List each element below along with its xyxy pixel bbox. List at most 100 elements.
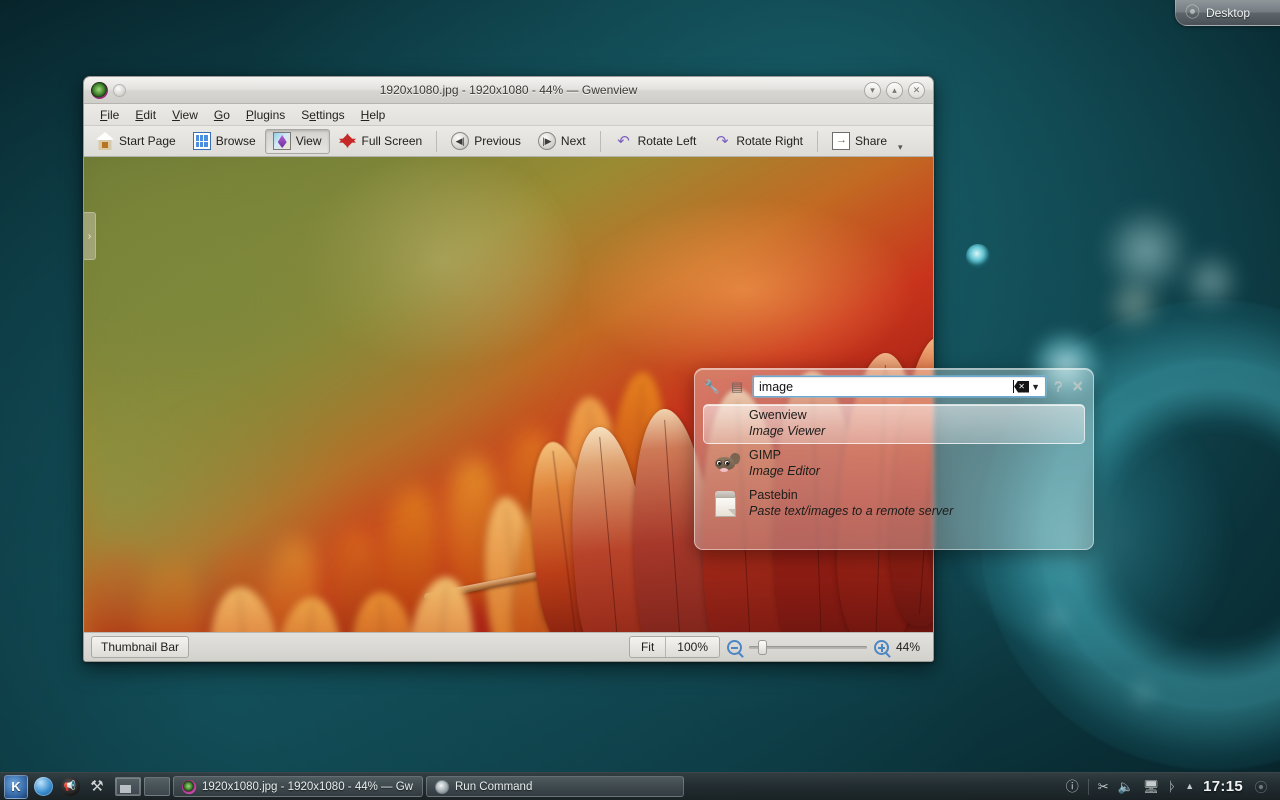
window-titlebar[interactable]: 1920x1080.jpg - 1920x1080 - 44% — Gwenvi… <box>84 77 933 104</box>
toolbar-view-label: View <box>296 134 322 148</box>
text-caret <box>1013 380 1014 393</box>
toolbar-start-page-label: Start Page <box>119 134 176 148</box>
gwenview-icon <box>91 82 108 99</box>
panel-toolbox-icon[interactable]: ⦿ <box>1252 778 1270 796</box>
krunner-dialog[interactable]: 🔧 ▤ image ✕ ▼ ? ✕ Gwenview Image Viewer <box>694 368 1094 550</box>
clear-text-icon[interactable]: ✕ <box>1014 381 1029 393</box>
toolbar-share-label: Share <box>855 134 887 148</box>
taskbar-item-run-command[interactable]: Run Command <box>426 776 684 797</box>
toolbar-next-label: Next <box>561 134 586 148</box>
display-icon[interactable]: 🖥 <box>1143 780 1160 793</box>
toolbar-share[interactable]: Share <box>824 129 895 154</box>
desktop-toolbox[interactable]: ⦿ Desktop <box>1175 0 1280 26</box>
toolbar-previous[interactable]: ◀| Previous <box>443 129 529 154</box>
toolbar-view[interactable]: View <box>265 129 330 154</box>
zoom-in-icon[interactable] <box>874 640 889 655</box>
notifications-icon[interactable]: ⓘ <box>1066 780 1079 793</box>
krunner-result-name: Gwenview <box>749 408 825 424</box>
thumbnail-bar-button[interactable]: Thumbnail Bar <box>91 636 189 658</box>
desktop[interactable]: ⦿ Desktop 1920x1080.jpg - 1920x1080 - 44… <box>0 0 1280 800</box>
web-browser-icon[interactable] <box>31 775 55 799</box>
clock[interactable]: 17:15 <box>1203 778 1243 795</box>
wallpaper-bubble <box>1180 250 1242 312</box>
toolbar-rotate-right[interactable]: ↷ Rotate Right <box>705 129 811 154</box>
system-tray[interactable]: ⓘ ✂ 🔈 🖥 ᚦ ▲ 17:15 ⦿ <box>1066 778 1276 796</box>
minimize-button[interactable]: ▾ <box>864 82 881 99</box>
wallpaper-bubble <box>1040 600 1074 634</box>
share-icon <box>832 132 850 150</box>
menu-edit[interactable]: Edit <box>127 106 164 124</box>
krunner-result-description: Paste text/images to a remote server <box>749 504 953 520</box>
zoom-slider[interactable] <box>749 640 867 654</box>
statusbar[interactable]: Thumbnail Bar Fit 100% 44% <box>84 632 933 661</box>
krunner-result-gwenview[interactable]: Gwenview Image Viewer <box>703 404 1085 444</box>
home-icon <box>96 132 114 150</box>
toolbar-rotate-right-label: Rotate Right <box>736 134 803 148</box>
kde-menu-icon[interactable]: K <box>4 775 28 799</box>
menu-plugins[interactable]: Plugins <box>238 106 293 124</box>
krunner-result-name: Pastebin <box>749 488 953 504</box>
close-button[interactable]: ✕ <box>1070 379 1085 394</box>
desktop-pager[interactable] <box>115 777 170 796</box>
wrench-icon[interactable]: 🔧 <box>703 378 721 396</box>
krunner-icon <box>435 780 449 794</box>
menu-file[interactable]: FFileile <box>92 106 127 124</box>
previous-image-hover-button[interactable]: › <box>84 212 96 260</box>
browse-grid-icon <box>193 132 211 150</box>
krunner-query-text: image <box>759 380 1012 394</box>
taskbar-item-label: 1920x1080.jpg - 1920x1080 - 44% — Gw <box>202 781 413 793</box>
pager-desktop-2[interactable] <box>144 777 170 796</box>
klipper-scissors-icon[interactable]: ✂ <box>1098 780 1109 793</box>
taskbar-panel[interactable]: K 📢 ⚒ 1920x1080.jpg - 1920x1080 - 44% — … <box>0 772 1280 800</box>
zoom-out-icon[interactable] <box>727 640 742 655</box>
chevron-down-icon[interactable]: ▾ <box>898 142 903 156</box>
toolbar-start-page[interactable]: Start Page <box>88 129 184 154</box>
history-list-icon[interactable]: ▤ <box>728 378 746 396</box>
chevron-down-icon[interactable]: ▼ <box>1029 382 1042 392</box>
menu-go[interactable]: Go <box>206 106 238 124</box>
krunner-search-input[interactable]: image ✕ ▼ <box>753 376 1046 397</box>
rotate-right-icon: ↷ <box>713 132 731 150</box>
window-menu-button[interactable] <box>113 84 126 97</box>
gwenview-icon <box>182 780 196 794</box>
maximize-button[interactable]: ▴ <box>886 82 903 99</box>
toolbar-full-screen[interactable]: ◢◣ ◥◤ Full Screen <box>331 129 431 154</box>
rotate-left-icon: ↶ <box>615 132 633 150</box>
krunner-results: Gwenview Image Viewer GIMP Image Editor <box>703 404 1085 524</box>
toolbar-next[interactable]: |▶ Next <box>530 129 594 154</box>
zoom-mode-buttons[interactable]: Fit 100% <box>629 636 720 658</box>
system-settings-icon[interactable]: ⚒ <box>85 775 109 799</box>
cashew-icon: ⦿ <box>1185 5 1200 20</box>
gimp-icon <box>712 451 740 477</box>
fullscreen-icon: ◢◣ ◥◤ <box>339 132 357 150</box>
kmenu-label: K <box>11 779 20 794</box>
fit-button[interactable]: Fit <box>630 637 665 657</box>
volume-icon[interactable]: 🔈 <box>1118 780 1134 793</box>
krunner-result-texts: Gwenview Image Viewer <box>749 408 825 439</box>
krunner-result-pastebin[interactable]: Pastebin Paste text/images to a remote s… <box>703 484 1085 524</box>
krunner-result-gimp[interactable]: GIMP Image Editor <box>703 444 1085 484</box>
actual-size-button[interactable]: 100% <box>665 637 719 657</box>
menu-help[interactable]: Help <box>353 106 394 124</box>
toolbar-rotate-left[interactable]: ↶ Rotate Left <box>607 129 705 154</box>
wallpaper-bubble <box>1130 680 1156 706</box>
menubar[interactable]: FFileile Edit View Go Plugins Settings H… <box>84 104 933 126</box>
krunner-result-texts: GIMP Image Editor <box>749 448 820 479</box>
tray-separator <box>1088 779 1089 795</box>
menu-settings[interactable]: Settings <box>293 106 352 124</box>
taskbar-item-gwenview[interactable]: 1920x1080.jpg - 1920x1080 - 44% — Gw <box>173 776 423 797</box>
toolbar-separator <box>600 131 601 152</box>
view-image-icon <box>273 132 291 150</box>
announcement-icon[interactable]: 📢 <box>58 775 82 799</box>
toolbar-browse[interactable]: Browse <box>185 129 264 154</box>
krunner-result-description: Image Viewer <box>749 424 825 440</box>
toolbar-browse-label: Browse <box>216 134 256 148</box>
help-button[interactable]: ? <box>1053 379 1063 394</box>
menu-view[interactable]: View <box>164 106 206 124</box>
bluetooth-icon[interactable]: ᚦ <box>1168 780 1176 793</box>
zoom-slider-handle[interactable] <box>758 640 767 655</box>
show-hidden-icon[interactable]: ▲ <box>1185 782 1194 791</box>
toolbar[interactable]: Start Page Browse View ◢◣ ◥◤ Full Screen… <box>84 126 933 157</box>
close-button[interactable]: ✕ <box>908 82 925 99</box>
pager-desktop-1[interactable] <box>115 777 141 796</box>
